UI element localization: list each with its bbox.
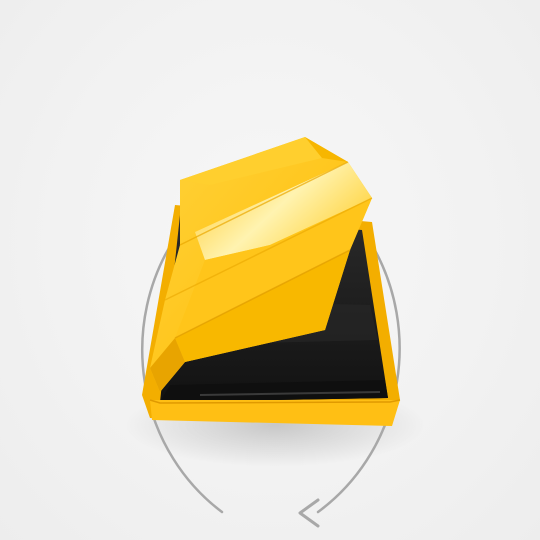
product-3d-view[interactable] [0, 0, 540, 540]
viewer-stage[interactable] [0, 0, 540, 540]
